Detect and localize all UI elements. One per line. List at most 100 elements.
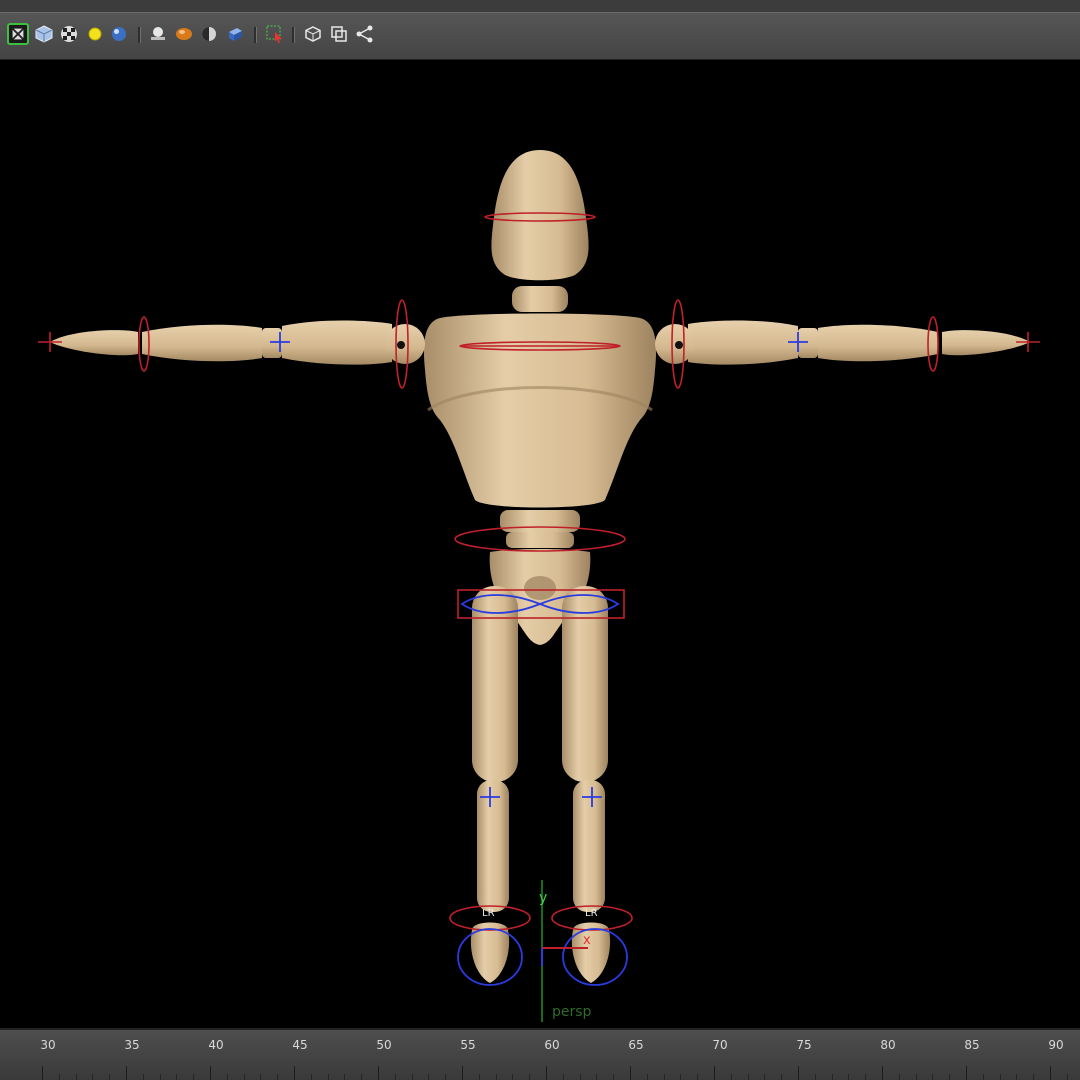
timeline-minor-tick (411, 1074, 413, 1080)
timeline-major-tick (126, 1066, 127, 1080)
timeline-minor-tick (562, 1074, 564, 1080)
timeline-minor-tick (1066, 1074, 1068, 1080)
select-camera-icon[interactable] (264, 23, 286, 45)
right-forearm-mesh (818, 324, 938, 362)
timeline-minor-tick (260, 1074, 262, 1080)
timeline-minor-tick (58, 1074, 60, 1080)
right-upper-arm-mesh (688, 320, 798, 365)
timeline-tick-label: 45 (292, 1038, 308, 1052)
timeline-minor-tick (999, 1074, 1001, 1080)
left-foot-label: LR (482, 908, 495, 919)
timeline-minor-tick (646, 1074, 648, 1080)
timeline-minor-tick (579, 1074, 581, 1080)
timeline-tick-label: 80 (880, 1038, 896, 1052)
timeline-minor-tick (898, 1074, 900, 1080)
shaded-sphere-icon[interactable] (108, 23, 130, 45)
axis-y-label: y (539, 890, 547, 906)
half-sphere-icon[interactable] (198, 23, 220, 45)
wireframe-cube-icon[interactable] (33, 23, 55, 45)
blue-cube-icon[interactable] (224, 23, 246, 45)
timeline-tick-label: 55 (460, 1038, 476, 1052)
timeline-minor-tick (92, 1074, 94, 1080)
timeline-major-tick (714, 1066, 715, 1080)
left-upper-arm-mesh (282, 320, 392, 365)
timeline-tick-label: 90 (1048, 1038, 1064, 1052)
timeline-minor-tick (394, 1074, 396, 1080)
timeline-tick-label: 30 (40, 1038, 56, 1052)
timeline-minor-tick (697, 1074, 699, 1080)
timeline-minor-tick (680, 1074, 682, 1080)
timeline-major-tick (630, 1066, 631, 1080)
left-shin-mesh (477, 780, 509, 912)
timeline-minor-tick (142, 1074, 144, 1080)
timeline-minor-tick (478, 1074, 480, 1080)
xray-joint-icon[interactable] (147, 23, 169, 45)
toolbar-divider (138, 27, 141, 43)
viewport-toolbar (0, 12, 1080, 60)
timeline-minor-tick (277, 1074, 279, 1080)
timeline-minor-tick (428, 1074, 430, 1080)
timeline-minor-tick (949, 1074, 951, 1080)
toolbar-divider (254, 27, 257, 43)
right-foot-label: LR (585, 908, 598, 919)
timeline-major-tick (798, 1066, 799, 1080)
timeline-tick-label: 75 (796, 1038, 812, 1052)
checker-texture-icon[interactable] (58, 23, 80, 45)
timeline-minor-tick (243, 1074, 245, 1080)
timeline-minor-tick (596, 1074, 598, 1080)
bounding-box-icon[interactable] (302, 23, 324, 45)
timeline-minor-tick (613, 1074, 615, 1080)
timeline-tick-label: 60 (544, 1038, 560, 1052)
shadow-ball-icon[interactable] (173, 23, 195, 45)
timeline-minor-tick (781, 1074, 783, 1080)
timeline-minor-tick (747, 1074, 749, 1080)
timeline-minor-tick (764, 1074, 766, 1080)
timeline-minor-tick (75, 1074, 77, 1080)
timeline-minor-tick (932, 1074, 934, 1080)
share-graph-icon[interactable] (354, 23, 376, 45)
neck-mesh (512, 286, 568, 312)
timeline-major-tick (462, 1066, 463, 1080)
right-foot-mesh (571, 922, 611, 983)
timeline-major-tick (294, 1066, 295, 1080)
left-hand-mesh (50, 330, 138, 356)
timeline-major-tick (210, 1066, 211, 1080)
timeline-minor-tick (310, 1074, 312, 1080)
timeline-minor-tick (344, 1074, 346, 1080)
timeline-major-tick (1050, 1066, 1051, 1080)
left-forearm-mesh (142, 324, 262, 362)
timeline-major-tick (882, 1066, 883, 1080)
timeline-minor-tick (327, 1074, 329, 1080)
left-shoulder-mesh (385, 324, 425, 364)
character-rig-scene[interactable]: y x LR LR (0, 60, 1080, 1028)
right-shin-mesh (573, 780, 605, 912)
abdomen-mesh (500, 510, 580, 532)
timeline-minor-tick (831, 1074, 833, 1080)
timeline-minor-tick (915, 1074, 917, 1080)
timeline-major-tick (378, 1066, 379, 1080)
light-bulb-icon[interactable] (84, 23, 106, 45)
right-thigh-mesh (562, 586, 608, 782)
timeline-minor-tick (495, 1074, 497, 1080)
timeline-minor-tick (445, 1074, 447, 1080)
isolate-select-icon[interactable] (7, 23, 29, 45)
head-mesh (491, 150, 589, 281)
timeline-tick-label: 70 (712, 1038, 728, 1052)
perspective-viewport[interactable]: y x LR LR persp (0, 60, 1080, 1028)
timeline-minor-tick (109, 1074, 111, 1080)
timeline-major-tick (546, 1066, 547, 1080)
timeline-tick-label: 85 (964, 1038, 980, 1052)
timeline-tick-label: 50 (376, 1038, 392, 1052)
timeline-minor-tick (361, 1074, 363, 1080)
timeline-minor-tick (982, 1074, 984, 1080)
timeline-tick-label: 35 (124, 1038, 140, 1052)
right-shoulder-mesh (655, 324, 695, 364)
timeline-minor-tick (193, 1074, 195, 1080)
timeline-tick-label: 65 (628, 1038, 644, 1052)
time-slider[interactable]: 30 35 40 45 50 55 60 65 70 75 80 85 90 (0, 1028, 1080, 1080)
timeline-minor-tick (159, 1074, 161, 1080)
timeline-minor-tick (226, 1074, 228, 1080)
camera-label: persp (552, 1004, 592, 1020)
frame-all-icon[interactable] (328, 23, 350, 45)
timeline-minor-tick (663, 1074, 665, 1080)
